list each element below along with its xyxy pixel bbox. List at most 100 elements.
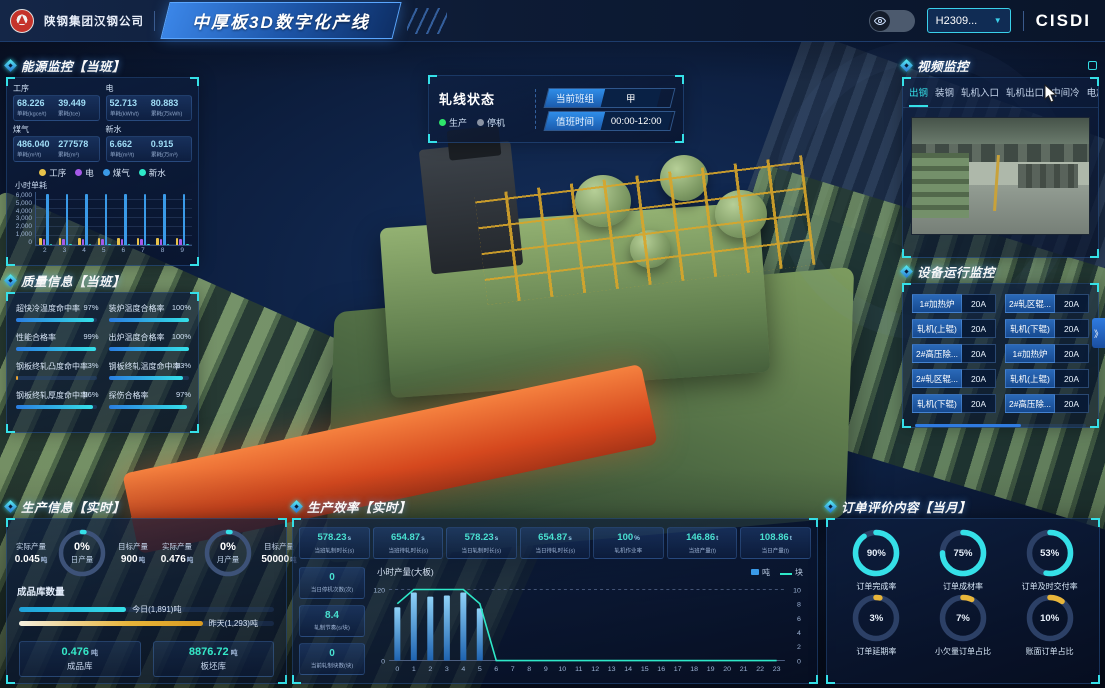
warehouse-label: 板坯库 [200, 660, 226, 672]
quality-item-1: 装炉温度合格率 100% [109, 303, 190, 322]
quality-progress-bar [16, 347, 97, 351]
quality-item-7: 探伤合格率 97% [109, 390, 190, 409]
quality-item-3: 出炉温度合格率 100% [109, 332, 190, 351]
efficiency-stat-4: 100% 轧机作业率 [593, 527, 664, 559]
equipment-value: 20A [962, 369, 996, 388]
quality-progress-bar [109, 405, 190, 409]
progress-ring: 0% 月产量 [202, 527, 254, 579]
production-info-panel: 生产信息【实时】 实际产量 0.045吨 0% 日产量 目标产量 900吨 实际… [6, 497, 287, 684]
quality-progress-bar [109, 347, 190, 351]
divider [535, 89, 536, 129]
equipment-name: 轧机(下辊) [1005, 319, 1055, 338]
panel-title: 质量信息【当班】 [21, 271, 125, 290]
quality-grid: 超快冷温度命中率 97%装炉温度合格率 100%性能合格率 99%出炉温度合格率… [7, 293, 198, 419]
svg-text:3: 3 [445, 666, 449, 673]
video-tab-2[interactable]: 轧机入口 [961, 85, 999, 99]
panel-collapse-tab[interactable] [1092, 318, 1105, 348]
equipment-scrollbar[interactable] [915, 424, 1086, 427]
company-logo-icon [10, 9, 34, 33]
legend-item: 电 [75, 167, 94, 179]
video-tab-0[interactable]: 出钢 [909, 85, 928, 99]
equipment-name: 轧机(下辊) [912, 394, 962, 413]
svg-text:19: 19 [707, 666, 715, 673]
quality-metric-name: 钢板终轧凸度命中率 [16, 361, 97, 372]
video-tab-5[interactable]: 电加热 [1087, 85, 1098, 99]
video-tab-1[interactable]: 装钢 [935, 85, 954, 99]
stat-value: 578.23s [301, 532, 368, 543]
panel-diamond-icon [900, 265, 913, 278]
warehouse-box-0: 0.476吨 成品库 [19, 641, 141, 677]
equipment-item-2: 轧机(上辊) 20A [912, 319, 996, 338]
energy-value: 68.226 [17, 98, 54, 108]
quality-progress-bar [16, 376, 97, 380]
energy-group-name: 电 [106, 83, 193, 94]
video-tabs: 出钢装钢轧机入口轧机出口中间冷电加热 [903, 78, 1098, 108]
energy-group-name: 工序 [13, 83, 100, 94]
equipment-value: 20A [1055, 294, 1089, 313]
equipment-value: 20A [962, 394, 996, 413]
svg-text:17: 17 [674, 666, 682, 673]
line-status-legend: 生产停机 [439, 116, 525, 129]
donut-label: 订单延期率 [856, 646, 896, 657]
svg-text:6: 6 [797, 616, 801, 623]
panel-expand-icon[interactable] [1088, 61, 1097, 70]
company-name: 陕钢集团汉钢公司 [44, 13, 144, 29]
shift-label: 当前班组 [556, 91, 594, 105]
actual-label: 实际产量 [9, 541, 53, 552]
energy-unit-label: 累耗(m³) [58, 150, 90, 159]
panel-diamond-icon [4, 500, 17, 513]
video-tab-4[interactable]: 中间冷 [1051, 85, 1080, 99]
orders-grid: 90% 订单完成率 75% 订单成材率 53% 订单及时交付率 3% 订单延期率… [827, 519, 1099, 659]
video-tab-3[interactable]: 轧机出口 [1006, 85, 1044, 99]
production-efficiency-panel: 生产效率【实时】 578.23s 当班轧制时长(s)654.87s 当班待轧时长… [292, 497, 818, 684]
line-status-title: 轧线状态 [439, 89, 525, 108]
legend-item: 吨 [751, 567, 770, 578]
donut-label: 订单及时交付率 [1022, 581, 1078, 592]
svg-text:21: 21 [740, 666, 748, 673]
quality-item-4: 钢板终轧凸度命中率 3% [16, 361, 97, 380]
donut-percent: 7% [937, 592, 989, 644]
visibility-toggle[interactable] [869, 10, 915, 32]
header-divider [1023, 11, 1024, 31]
energy-groups: 工序 68.226 单耗(kgce/t) 39.449 累耗(tce) 电 52… [7, 78, 198, 164]
panel-title: 能源监控【当班】 [21, 56, 125, 75]
warehouse-boxes: 0.476吨 成品库8876.72吨 板坯库 [7, 635, 286, 683]
energy-unit-label: 单耗(kgce/t) [17, 109, 49, 118]
quality-percent: 100% [172, 332, 191, 341]
energy-unit-label: 累耗(tce) [58, 109, 90, 118]
energy-unit-label: 累耗(万kWh) [151, 109, 183, 118]
stat-value: 578.23s [448, 532, 515, 543]
quality-progress-bar [109, 318, 190, 322]
energy-unit-label: 单耗(m³/t) [110, 150, 142, 159]
panel-title: 生产信息【实时】 [21, 497, 125, 516]
legend-item: 工序 [39, 167, 66, 179]
warehouse-label: 成品库 [67, 660, 93, 672]
stat-label: 轧机作业率 [600, 546, 657, 555]
cctv-video-thumbnail[interactable] [911, 117, 1090, 235]
hourly-chart-legend: 吨块 [751, 567, 803, 578]
stat-value: 0 [301, 648, 363, 659]
order-donut-3: 3% 订单延期率 [850, 592, 902, 657]
efficiency-stat-5: 146.86t 当班产量(t) [667, 527, 738, 559]
target-value: 900吨 [111, 554, 155, 565]
equipment-value: 20A [1055, 344, 1089, 363]
energy-y-axis: 6,0005,0004,0003,0002,0001,0000 [9, 192, 35, 246]
energy-monitor-panel: 能源监控【当班】 工序 68.226 单耗(kgce/t) 39.449 累耗(… [6, 56, 199, 266]
quality-percent: 97% [176, 390, 191, 399]
stock-bar-label: 昨天(1,293)吨 [209, 618, 258, 629]
equipment-item-3: 轧机(下辊) 20A [1005, 319, 1089, 338]
line-status-legend-item: 停机 [477, 116, 505, 129]
energy-value: 0.915 [151, 139, 188, 149]
scene-select-dropdown[interactable]: H2309... [927, 8, 1011, 33]
quality-percent: 3% [88, 361, 99, 370]
legend-item: 煤气 [103, 167, 130, 179]
duty-time-badge: 值班时间 00:00-12:00 [544, 111, 676, 131]
energy-group-1: 电 52.713 单耗(kWh/t) 80.883 累耗(万kWh) [106, 82, 193, 121]
gauge-percent: 0% [220, 541, 236, 553]
panel-title: 设备运行监控 [917, 262, 995, 281]
energy-unit-label: 单耗(m³/t) [17, 150, 49, 159]
panel-title: 订单评价内容【当月】 [841, 497, 971, 516]
svg-text:10: 10 [793, 588, 801, 595]
equipment-item-6: 2#轧区辊... 20A [912, 369, 996, 388]
efficiency-stat-2: 578.23s 当日轧制时长(s) [446, 527, 517, 559]
